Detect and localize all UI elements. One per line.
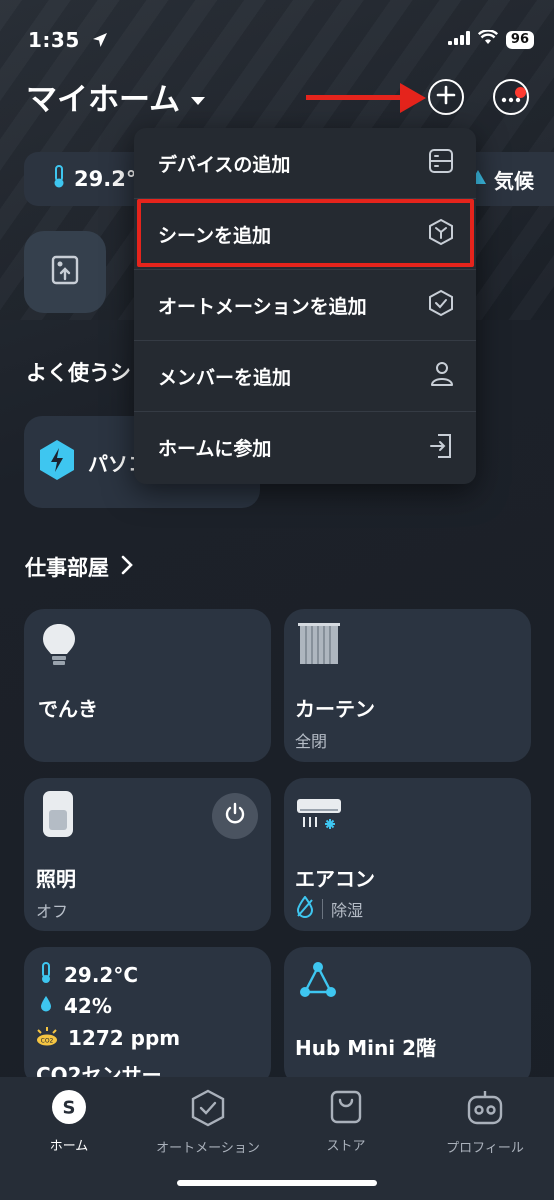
automation-icon bbox=[190, 1089, 226, 1131]
room-image-button[interactable] bbox=[24, 231, 106, 313]
lightbulb-icon bbox=[42, 623, 76, 673]
home-indicator bbox=[177, 1180, 377, 1186]
page-title: マイホーム bbox=[26, 82, 181, 118]
device-name: 照明 bbox=[36, 867, 76, 891]
curtain-icon bbox=[298, 623, 340, 669]
device-name: Hub Mini 2階 bbox=[295, 1036, 436, 1060]
co2-cloud-icon: CO2 bbox=[36, 1026, 58, 1050]
power-button[interactable] bbox=[212, 793, 258, 839]
wifi-icon bbox=[477, 29, 498, 49]
device-card-hub[interactable]: Hub Mini 2階 bbox=[284, 947, 531, 1087]
notification-dot bbox=[515, 87, 526, 98]
annotation-arrowhead bbox=[400, 83, 426, 117]
image-upload-icon bbox=[51, 255, 79, 289]
status-time: 1:35 bbox=[28, 28, 109, 54]
divider bbox=[322, 899, 323, 919]
menu-item-join-home[interactable]: ホームに参加 bbox=[134, 412, 476, 483]
robot-profile-icon bbox=[466, 1089, 504, 1131]
weather-label: 気候 bbox=[494, 168, 534, 193]
status-indicators: 96 bbox=[447, 29, 534, 49]
device-name: でんき bbox=[38, 697, 98, 721]
thermometer-icon bbox=[52, 165, 66, 193]
light-switch-icon bbox=[42, 790, 74, 842]
hub-network-icon bbox=[299, 961, 337, 1003]
lightning-hexagon-icon bbox=[38, 439, 76, 485]
aircon-mode: 除湿 bbox=[296, 895, 364, 922]
room-heading[interactable]: 仕事部屋 bbox=[25, 552, 133, 582]
svg-text:S: S bbox=[63, 1098, 76, 1119]
home-selector[interactable]: マイホーム bbox=[26, 74, 206, 119]
person-icon bbox=[430, 361, 454, 391]
caret-down-icon bbox=[190, 79, 206, 115]
device-status: 全閉 bbox=[295, 732, 328, 751]
device-name: エアコン bbox=[295, 867, 375, 891]
device-status: 除湿 bbox=[331, 901, 364, 920]
plus-icon bbox=[436, 85, 456, 109]
menu-item-add-automation[interactable]: オートメーションを追加 bbox=[134, 270, 476, 341]
automation-shield-icon bbox=[428, 289, 454, 321]
thermometer-icon bbox=[40, 962, 52, 988]
co2-temperature-row: 29.2°C bbox=[40, 962, 138, 988]
join-enter-icon bbox=[428, 433, 454, 463]
menu-item-add-member[interactable]: メンバーを追加 bbox=[134, 341, 476, 412]
frequent-scenes-heading: よく使うシ bbox=[26, 361, 131, 385]
annotation-arrow bbox=[306, 95, 406, 100]
nav-automation[interactable]: オートメーション bbox=[139, 1089, 277, 1156]
add-button[interactable] bbox=[428, 79, 464, 115]
device-card-co2[interactable]: 29.2°C 42% CO2 1272 ppm CO2センサー bbox=[24, 947, 271, 1087]
location-arrow-icon bbox=[91, 30, 109, 54]
shopping-bag-icon bbox=[329, 1089, 363, 1129]
chevron-right-icon bbox=[121, 555, 133, 579]
signal-icon bbox=[447, 30, 470, 49]
device-card-lighting[interactable]: 照明 オフ bbox=[24, 778, 271, 931]
battery-indicator: 96 bbox=[505, 30, 534, 49]
device-status: オフ bbox=[36, 902, 69, 921]
nav-store[interactable]: ストア bbox=[277, 1089, 415, 1154]
svg-text:CO2: CO2 bbox=[41, 1038, 54, 1045]
annotation-highlight-box bbox=[137, 199, 474, 267]
device-list-icon bbox=[428, 148, 454, 178]
nav-home[interactable]: S ホーム bbox=[0, 1089, 138, 1154]
menu-item-add-device[interactable]: デバイスの追加 bbox=[134, 128, 476, 199]
air-conditioner-icon bbox=[296, 798, 342, 836]
droplet-icon bbox=[40, 995, 52, 1017]
power-icon bbox=[223, 802, 247, 830]
dehumidify-icon bbox=[296, 895, 314, 922]
temperature-value: 29.2° bbox=[74, 167, 137, 191]
nav-profile[interactable]: プロフィール bbox=[416, 1089, 554, 1156]
co2-level-row: CO2 1272 ppm bbox=[36, 1026, 180, 1050]
device-card-denki[interactable]: でんき bbox=[24, 609, 271, 762]
device-card-aircon[interactable]: エアコン 除湿 bbox=[284, 778, 531, 931]
device-name: カーテン bbox=[295, 697, 375, 721]
room-name: 仕事部屋 bbox=[25, 556, 109, 580]
device-card-curtain[interactable]: カーテン 全閉 bbox=[284, 609, 531, 762]
home-logo-icon: S bbox=[51, 1089, 87, 1129]
add-dropdown-menu: デバイスの追加 シーンを追加 オートメーションを追加 メンバーを追加 ホームに参… bbox=[134, 128, 476, 484]
co2-humidity-row: 42% bbox=[40, 994, 112, 1018]
